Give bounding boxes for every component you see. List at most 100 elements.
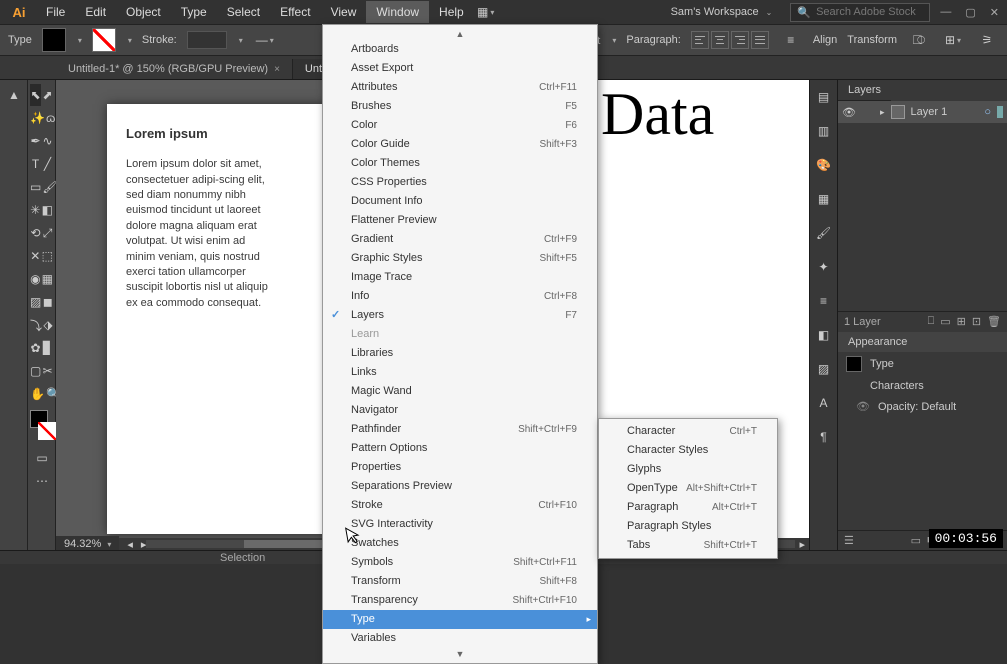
window-menu-item-libraries[interactable]: Libraries — [323, 344, 597, 363]
curvature-tool-icon[interactable]: ∿ — [42, 130, 53, 152]
hand-tool-icon[interactable]: ✋ — [30, 383, 45, 405]
delete-layer-icon[interactable]: 🗑 — [987, 315, 1001, 328]
window-menu-item-properties[interactable]: Properties — [323, 458, 597, 477]
window-menu-item-brushes[interactable]: BrushesF5 — [323, 97, 597, 116]
direct-selection-tool-icon[interactable]: ⬈ — [42, 84, 53, 106]
workspace-switcher[interactable]: Sam's Workspace⌄ — [661, 3, 783, 21]
align-justify-icon[interactable] — [751, 31, 769, 49]
menu-select[interactable]: Select — [217, 1, 270, 23]
eraser-tool-icon[interactable]: ◧ — [42, 199, 53, 221]
fill-swatch[interactable] — [42, 28, 66, 52]
minimize-icon[interactable]: — — [940, 6, 951, 19]
window-menu-item-image-trace[interactable]: Image Trace — [323, 268, 597, 287]
shape-builder-icon[interactable]: ◉ — [30, 268, 41, 290]
layer-row[interactable]: 👁 ▸ Layer 1 ○ — [838, 101, 1007, 123]
swatches-panel-icon[interactable]: ▦ — [812, 188, 836, 210]
window-menu-item-symbols[interactable]: SymbolsShift+Ctrl+F11 — [323, 553, 597, 572]
stroke-panel-icon[interactable]: —▾ — [253, 28, 277, 52]
window-menu-item-color-themes[interactable]: Color Themes — [323, 154, 597, 173]
selection-tool[interactable]: ▲ — [2, 84, 26, 106]
window-menu-item-transform[interactable]: TransformShift+F8 — [323, 572, 597, 591]
edit-toolbar-icon[interactable]: ⋯ — [30, 470, 54, 492]
window-menu-item-attributes[interactable]: AttributesCtrl+F11 — [323, 78, 597, 97]
line-tool-icon[interactable]: ╱ — [42, 153, 53, 175]
close-tab-icon[interactable]: × — [274, 64, 280, 75]
color-picker[interactable] — [30, 410, 56, 440]
new-layer-icon[interactable]: ⊡ — [972, 315, 981, 328]
libraries-panel-icon[interactable]: ▥ — [812, 120, 836, 142]
window-menu-item-css-properties[interactable]: CSS Properties — [323, 173, 597, 192]
appearance-type-row[interactable]: Type — [838, 352, 1007, 376]
window-menu-item-flattener-preview[interactable]: Flattener Preview — [323, 211, 597, 230]
symbol-sprayer-icon[interactable]: ✿ — [30, 337, 41, 359]
window-menu-item-swatches[interactable]: Swatches — [323, 534, 597, 553]
gradient-panel-icon[interactable]: ◧ — [812, 324, 836, 346]
magic-wand-tool-icon[interactable]: ✨ — [30, 107, 45, 129]
pen-tool-icon[interactable]: ✒ — [30, 130, 41, 152]
window-menu-item-info[interactable]: InfoCtrl+F8 — [323, 287, 597, 306]
window-menu-item-navigator[interactable]: Navigator — [323, 401, 597, 420]
free-transform-icon[interactable]: ⬚ — [42, 245, 53, 267]
color-panel-icon[interactable]: 🎨 — [812, 154, 836, 176]
window-menu-item-stroke[interactable]: StrokeCtrl+F10 — [323, 496, 597, 515]
screen-mode-icon[interactable]: ▭ — [30, 447, 54, 469]
window-menu-item-asset-export[interactable]: Asset Export — [323, 59, 597, 78]
width-tool-icon[interactable]: ✕ — [30, 245, 41, 267]
transparency-panel-icon[interactable]: ▨ — [812, 358, 836, 380]
properties-panel-icon[interactable]: ▤ — [812, 86, 836, 108]
paragraph-panel-icon[interactable]: ¶ — [812, 426, 836, 448]
docsetup-icon[interactable]: ⊞▾ — [941, 28, 965, 52]
type-submenu-item-character[interactable]: CharacterCtrl+T — [599, 422, 777, 441]
type-submenu-item-glyphs[interactable]: Glyphs — [599, 460, 777, 479]
lasso-tool-icon[interactable]: ɷ — [46, 107, 55, 129]
gradient-tool-icon[interactable]: ◼ — [42, 291, 53, 313]
window-menu-item-color-guide[interactable]: Color GuideShift+F3 — [323, 135, 597, 154]
window-menu-item-svg-interactivity[interactable]: SVG Interactivity — [323, 515, 597, 534]
menu-type[interactable]: Type — [171, 1, 217, 23]
artboard-tool-icon[interactable]: ▢ — [30, 360, 41, 382]
eyedropper-tool-icon[interactable]: ⤵ — [30, 314, 42, 336]
stroke-swatch[interactable] — [92, 28, 116, 52]
menu-window[interactable]: Window — [366, 1, 429, 23]
new-sublayer-icon[interactable]: ⊞ — [957, 315, 966, 328]
target-icon[interactable]: ○ — [984, 106, 991, 118]
chevron-right-icon[interactable]: ▸ — [880, 107, 885, 118]
add-stroke-icon[interactable]: ▭ — [911, 534, 921, 547]
shaper-tool-icon[interactable]: ✳ — [30, 199, 41, 221]
brushes-panel-icon[interactable]: 🖌 — [812, 222, 836, 244]
character-panel-icon[interactable]: A — [812, 392, 836, 414]
window-menu-item-color[interactable]: ColorF6 — [323, 116, 597, 135]
window-menu-item-links[interactable]: Links — [323, 363, 597, 382]
symbols-panel-icon[interactable]: ✦ — [812, 256, 836, 278]
bridge-icon[interactable]: ▦▾ — [474, 0, 498, 24]
type-submenu-item-opentype[interactable]: OpenTypeAlt+Shift+Ctrl+T — [599, 479, 777, 498]
window-menu-item-type[interactable]: Type▸ — [323, 610, 597, 629]
type-submenu-item-paragraph[interactable]: ParagraphAlt+Ctrl+T — [599, 498, 777, 517]
list-icon[interactable]: ≡ — [779, 28, 803, 52]
type-submenu-item-tabs[interactable]: TabsShift+Ctrl+T — [599, 536, 777, 555]
mesh-tool-icon[interactable]: ▨ — [30, 291, 41, 313]
appearance-opacity-row[interactable]: 👁Opacity: Default — [838, 396, 1007, 417]
type-submenu-item-paragraph-styles[interactable]: Paragraph Styles — [599, 517, 777, 536]
search-stock-input[interactable]: 🔍Search Adobe Stock — [790, 3, 930, 22]
scale-tool-icon[interactable]: ⤢ — [42, 222, 53, 244]
maximize-icon[interactable]: ▢ — [965, 6, 975, 19]
visibility-icon[interactable]: 👁 — [842, 106, 856, 119]
blend-tool-icon[interactable]: ⬗ — [43, 314, 53, 336]
perspective-icon[interactable]: ▦ — [42, 268, 53, 290]
type-submenu-item-character-styles[interactable]: Character Styles — [599, 441, 777, 460]
menu-scroll-down[interactable]: ▼ — [323, 648, 597, 660]
layer-name[interactable]: Layer 1 — [911, 106, 948, 118]
isolate-icon[interactable]: ⎄ — [907, 28, 931, 52]
align-link[interactable]: Align — [813, 34, 837, 46]
selection-tool-icon[interactable]: ⬉ — [30, 84, 41, 106]
appearance-tab[interactable]: Appearance — [838, 332, 1007, 352]
menu-help[interactable]: Help — [429, 1, 474, 23]
prefs-icon[interactable]: ⚞ — [975, 28, 999, 52]
window-menu-item-document-info[interactable]: Document Info — [323, 192, 597, 211]
stroke-weight-input[interactable] — [187, 31, 227, 49]
layers-tab[interactable]: Layers — [838, 80, 891, 101]
menu-effect[interactable]: Effect — [270, 1, 320, 23]
window-menu-item-separations-preview[interactable]: Separations Preview — [323, 477, 597, 496]
menu-view[interactable]: View — [321, 1, 367, 23]
